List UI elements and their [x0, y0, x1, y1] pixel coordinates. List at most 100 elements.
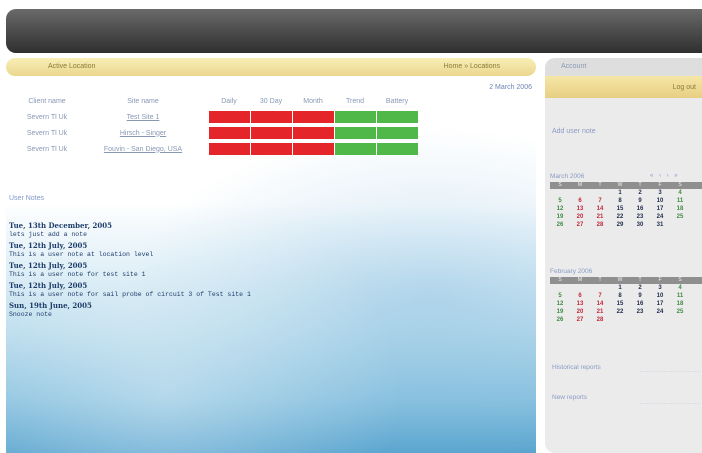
calendar-day[interactable]: 5: [550, 292, 570, 300]
calendar-day[interactable]: 27: [570, 316, 590, 324]
calendar-day: [670, 316, 690, 324]
calendar-day: [570, 189, 590, 197]
breadcrumb-link[interactable]: Home » Locations: [444, 63, 500, 70]
logout-link[interactable]: Log out: [673, 84, 696, 91]
calendar-day[interactable]: 30: [630, 221, 650, 229]
calendar-day[interactable]: 16: [630, 300, 650, 308]
note-item: Tue, 12th July, 2005 This is a user note…: [9, 281, 339, 299]
calendar-day[interactable]: 6: [570, 292, 590, 300]
calendar-day[interactable]: 10: [650, 197, 670, 205]
calendar-day[interactable]: 7: [590, 292, 610, 300]
calendar-day[interactable]: 19: [550, 213, 570, 221]
calendar-day[interactable]: 13: [570, 205, 590, 213]
calendar-day[interactable]: 6: [570, 197, 590, 205]
client-name: Severn Tl Uk: [26, 129, 68, 137]
calendar-day[interactable]: 28: [590, 316, 610, 324]
site-link[interactable]: Hirsch - Singer: [120, 130, 166, 137]
weekday-label: T: [598, 277, 602, 283]
calendar-week-row: 26 27 28 29 30 31: [550, 221, 702, 229]
calendar-day[interactable]: 2: [630, 189, 650, 197]
calendar-title: March 2006: [550, 173, 585, 180]
calendar-day[interactable]: 21: [590, 308, 610, 316]
calendar-day[interactable]: 2: [630, 284, 650, 292]
calendar-day[interactable]: 4: [670, 284, 690, 292]
calendar-day[interactable]: 29: [610, 221, 630, 229]
calendar-day[interactable]: 24: [650, 308, 670, 316]
calendar-day[interactable]: 9: [630, 197, 650, 205]
dotted-rule: ····················: [640, 401, 700, 407]
note-date: Tue, 12th July, 2005: [9, 241, 88, 250]
calendar-day[interactable]: 22: [610, 308, 630, 316]
calendar-day[interactable]: 26: [550, 316, 570, 324]
calendar-day[interactable]: 12: [550, 300, 570, 308]
calendar-day[interactable]: 15: [610, 300, 630, 308]
calendar-week-row: 26 27 28: [550, 316, 702, 324]
calendar-day[interactable]: 1: [610, 189, 630, 197]
calendar-day[interactable]: 16: [630, 205, 650, 213]
weekday-label: F: [658, 182, 662, 188]
calendar-day[interactable]: 26: [550, 221, 570, 229]
calendar-day[interactable]: 4: [670, 189, 690, 197]
month-status: [292, 143, 334, 155]
col-client-name: Client name: [28, 97, 66, 105]
note-text: This is a user note for sail probe of ci…: [9, 291, 251, 298]
site-link[interactable]: Test Site 1: [127, 114, 160, 121]
calendar-day[interactable]: 31: [650, 221, 670, 229]
calendar-day[interactable]: 22: [610, 213, 630, 221]
calendar-day[interactable]: 23: [630, 308, 650, 316]
weekday-label: W: [617, 182, 623, 188]
note-text: This is a user note at location level: [9, 251, 154, 258]
calendar-day[interactable]: 14: [590, 300, 610, 308]
calendar-day[interactable]: 8: [610, 197, 630, 205]
calendar-day: [550, 189, 570, 197]
calendar-day[interactable]: 12: [550, 205, 570, 213]
calendar-day[interactable]: 11: [670, 292, 690, 300]
calendar-day[interactable]: 20: [570, 308, 590, 316]
calendar-day[interactable]: 5: [550, 197, 570, 205]
calendar-day: [610, 316, 630, 324]
note-item: Tue, 13th December, 2005 lets just add a…: [9, 221, 339, 239]
sidebar-header: Account: [545, 58, 702, 76]
trend-status: [334, 127, 376, 139]
calendar-march: March 2006 « ‹ › » S M T W T F S 1234567…: [550, 173, 702, 229]
calendar-day[interactable]: 1: [610, 284, 630, 292]
daily-status: [208, 111, 250, 123]
calendar-nav[interactable]: « ‹ › »: [650, 173, 680, 179]
calendar-day[interactable]: 10: [650, 292, 670, 300]
calendar-day[interactable]: 27: [570, 221, 590, 229]
current-date: 2 March 2006: [489, 84, 532, 91]
table-row: Severn Tl Uk Test Site 1: [16, 109, 418, 125]
calendar-weeks: 1 2 3 4 5 6 7 8 9 10 11 12 13 14 15 16 17 18 19 20 21 22 23 24 2…: [550, 284, 702, 324]
calendar-day[interactable]: 20: [570, 213, 590, 221]
calendar-weekday-row: S M T W T F S: [550, 182, 702, 189]
calendar-day[interactable]: 3: [650, 284, 670, 292]
site-link[interactable]: Fouvin - San Diego, USA: [104, 146, 182, 153]
historical-reports-link[interactable]: Historical reports: [552, 364, 601, 371]
main-panel: Active Location Home » Locations 2 March…: [6, 58, 536, 453]
calendar-day[interactable]: 15: [610, 205, 630, 213]
calendar-day[interactable]: 23: [630, 213, 650, 221]
calendar-day[interactable]: 17: [650, 300, 670, 308]
calendar-day[interactable]: 14: [590, 205, 610, 213]
calendar-day[interactable]: 8: [610, 292, 630, 300]
note-text: Snooze note: [9, 311, 52, 318]
calendar-day[interactable]: 24: [650, 213, 670, 221]
col-trend: Trend: [345, 97, 365, 105]
calendar-day[interactable]: 18: [670, 300, 690, 308]
calendar-day[interactable]: 19: [550, 308, 570, 316]
dotted-rule: ····················: [640, 369, 700, 375]
calendar-day[interactable]: 25: [670, 308, 690, 316]
calendar-day[interactable]: 28: [590, 221, 610, 229]
calendar-day[interactable]: 7: [590, 197, 610, 205]
calendar-day[interactable]: 9: [630, 292, 650, 300]
calendar-day[interactable]: 13: [570, 300, 590, 308]
calendar-day[interactable]: 17: [650, 205, 670, 213]
calendar-day[interactable]: 3: [650, 189, 670, 197]
calendar-day[interactable]: 18: [670, 205, 690, 213]
add-note-link[interactable]: Add user note: [552, 128, 596, 135]
calendar-day[interactable]: 11: [670, 197, 690, 205]
calendar-day[interactable]: 25: [670, 213, 690, 221]
calendar-day[interactable]: 21: [590, 213, 610, 221]
calendar-week-row: 19 20 21 22 23 24 25: [550, 213, 702, 221]
new-reports-link[interactable]: New reports: [552, 394, 587, 401]
